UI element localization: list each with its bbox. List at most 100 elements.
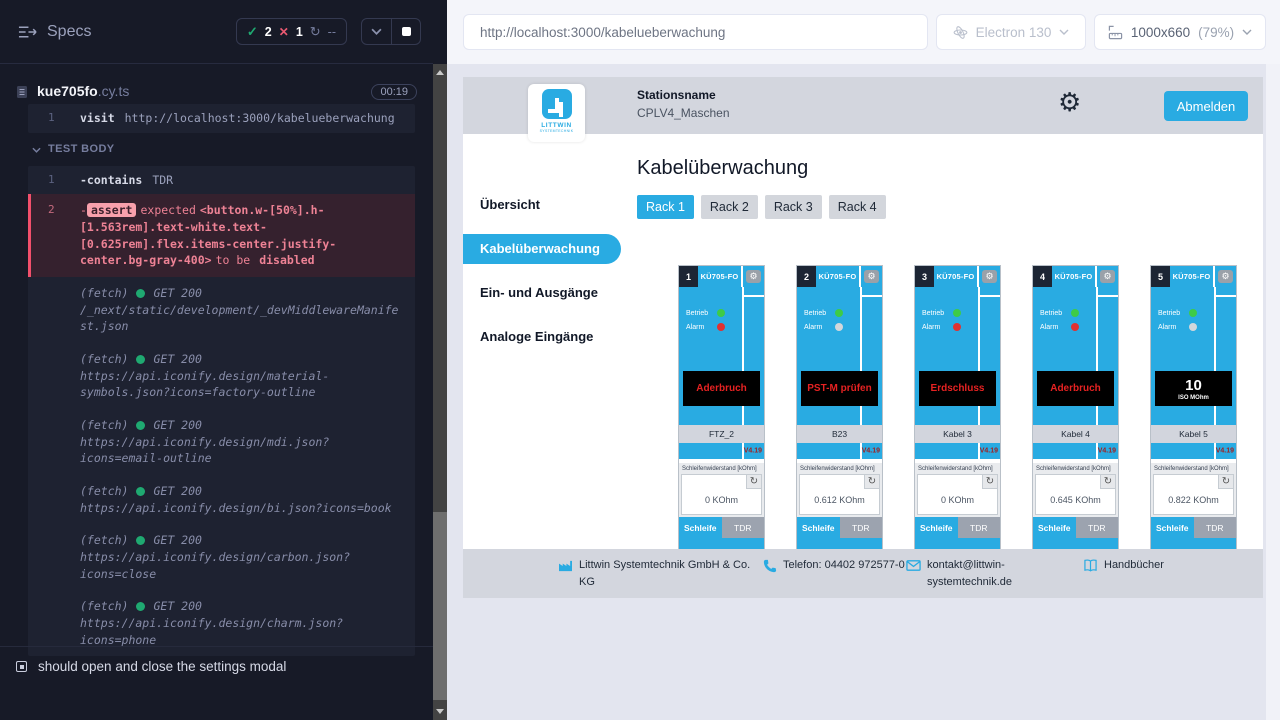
scrollbar-thumb[interactable] [433, 512, 447, 700]
fetch-label: (fetch) [80, 417, 128, 434]
card-title: KÜ705-FO [698, 266, 741, 287]
refresh-button[interactable]: ↻ [1100, 475, 1115, 489]
viewport-size: 1000x660 [1131, 25, 1190, 40]
card-number: 5 [1151, 266, 1170, 287]
cypress-runner-panel: Specs ✓ 2 ✕ 1 ↻ -- kue705fo.cy.ts 00:19 [0, 0, 433, 720]
rack-tab[interactable]: Rack 3 [765, 195, 822, 219]
settings-gear-icon[interactable]: ⚙ [1058, 89, 1081, 115]
status-display: Aderbruch [1037, 371, 1114, 406]
card-settings-button[interactable]: ⚙ [746, 270, 761, 283]
schleife-button[interactable]: Schleife [1151, 517, 1194, 538]
card-settings-button[interactable]: ⚙ [1218, 270, 1233, 283]
footer-manuals-link[interactable]: Handbücher [1083, 557, 1164, 574]
cable-name: Kabel 5 [1151, 425, 1236, 443]
tdr-button[interactable]: TDR [1076, 517, 1119, 538]
nav-item[interactable]: Analoge Eingänge [463, 322, 623, 352]
schleife-button[interactable]: Schleife [679, 517, 722, 538]
failed-assert-row[interactable]: 2-assertexpected<button.w-[50%].h-[1.563… [28, 194, 415, 277]
viewport-select[interactable]: 1000x660 (79%) [1094, 14, 1266, 50]
contains-command-row[interactable]: 1-containsTDR [28, 166, 415, 195]
betrieb-led [1071, 309, 1079, 317]
alarm-led [835, 323, 843, 331]
scroll-up-arrow[interactable] [433, 65, 447, 80]
logout-button[interactable]: Abmelden [1164, 91, 1248, 121]
scroll-down-arrow[interactable] [433, 704, 447, 719]
company-logo: LITTWIN SYSTEMTECHNIK [528, 84, 585, 142]
phone-icon [763, 559, 777, 573]
command-log: 1visithttp://localhost:3000/kabelueberwa… [28, 104, 415, 656]
loop-resistance-label: Schleifenwiderstand [kOhm] [918, 466, 998, 472]
nav-item[interactable]: Ein- und Ausgänge [463, 278, 623, 308]
xhr-log-entry[interactable]: (fetch) GET 200 https://api.iconify.desi… [28, 343, 415, 409]
fetch-label: (fetch) [80, 285, 128, 302]
tdr-button[interactable]: TDR [840, 517, 883, 538]
loop-resistance-label: Schleifenwiderstand [kOhm] [1154, 466, 1234, 472]
visit-command-row[interactable]: 1visithttp://localhost:3000/kabelueberwa… [28, 104, 415, 133]
stage-scroll-strip[interactable] [1266, 64, 1280, 720]
fetch-status: GET 200 [153, 351, 201, 368]
pending-icon: ↻ [310, 24, 321, 40]
betrieb-led [953, 309, 961, 317]
schleife-button[interactable]: Schleife [915, 517, 958, 538]
specs-menu-icon[interactable] [18, 25, 37, 39]
refresh-button[interactable]: ↻ [864, 475, 879, 489]
alarm-led [953, 323, 961, 331]
tdr-button[interactable]: TDR [958, 517, 1001, 538]
status-ok-dot [136, 487, 145, 496]
alarm-led [717, 323, 725, 331]
tdr-button[interactable]: TDR [1194, 517, 1237, 538]
loop-resistance-box: ↻ 0 KOhm [917, 474, 998, 515]
card-settings-button[interactable]: ⚙ [1100, 270, 1115, 283]
fetch-status: GET 200 [153, 417, 201, 434]
xhr-log-entry[interactable]: (fetch) GET 200 https://api.iconify.desi… [28, 524, 415, 590]
nav-item-label: Analoge Eingänge [480, 329, 593, 344]
cable-name: FTZ_2 [679, 425, 764, 443]
pending-test-row[interactable]: should open and close the settings modal [0, 646, 433, 686]
schleife-button[interactable]: Schleife [1033, 517, 1076, 538]
test-body-section-header[interactable]: TEST BODY [32, 142, 415, 158]
refresh-button[interactable]: ↻ [1218, 475, 1233, 489]
tdr-button[interactable]: TDR [722, 517, 765, 538]
xhr-log-entry[interactable]: (fetch) GET 200 /_next/static/developmen… [28, 277, 415, 343]
footer-phone: Telefon: 04402 972577-0 [763, 557, 911, 574]
card-settings-button[interactable]: ⚙ [982, 270, 997, 283]
gear-icon: ⚙ [1103, 271, 1111, 281]
rack-cards: 1 KÜ705-FO ⚙ Betrieb Alarm Aderbruch [678, 265, 1237, 551]
status-ok-dot [136, 289, 145, 298]
address-bar[interactable]: http://localhost:3000/kabelueberwachung [463, 14, 928, 50]
browser-select[interactable]: Electron 130 [936, 14, 1086, 50]
loop-resistance-value: 0.645 KOhm [1036, 495, 1115, 505]
nav-item[interactable]: Kabelüberwachung [463, 234, 621, 264]
refresh-icon: ↻ [1222, 476, 1230, 487]
firmware-version: V4.19 [862, 448, 880, 455]
refresh-button[interactable]: ↻ [982, 475, 997, 489]
fetch-status: GET 200 [153, 598, 201, 615]
passed-count: 2 [265, 25, 272, 39]
email-icon [906, 559, 921, 572]
xhr-log-entry[interactable]: (fetch) GET 200 https://api.iconify.desi… [28, 475, 415, 524]
loop-resistance-box: ↻ 0.645 KOhm [1035, 474, 1116, 515]
status-display: 10 ISO MOhm [1155, 371, 1232, 406]
xhr-log-entry[interactable]: (fetch) GET 200 https://api.iconify.desi… [28, 409, 415, 475]
rack-tab[interactable]: Rack 1 [637, 195, 694, 219]
xhr-log-list: (fetch) GET 200 /_next/static/developmen… [28, 277, 415, 656]
factory-icon [558, 559, 573, 572]
rack-tabs: Rack 1 Rack 2 Rack 3 Rack 4 [637, 195, 886, 219]
browser-bar: http://localhost:3000/kabelueberwachung … [447, 0, 1280, 64]
scrollbar-track[interactable] [433, 64, 447, 720]
collapse-runner-button[interactable] [362, 19, 391, 44]
card-settings-button[interactable]: ⚙ [864, 270, 879, 283]
stop-button[interactable] [391, 19, 420, 44]
schleife-button[interactable]: Schleife [797, 517, 840, 538]
status-display: Erdschluss [919, 371, 996, 406]
refresh-button[interactable]: ↻ [746, 475, 761, 489]
rack-tab[interactable]: Rack 4 [829, 195, 886, 219]
fetch-status: GET 200 [153, 285, 201, 302]
chevron-down-icon [1242, 29, 1252, 35]
monitoring-card: 4 KÜ705-FO ⚙ Betrieb Alarm Aderbruch [1032, 265, 1119, 551]
rack-tab[interactable]: Rack 2 [701, 195, 758, 219]
failed-icon: ✕ [279, 25, 289, 39]
nav-item[interactable]: Übersicht [463, 190, 623, 220]
firmware-version: V4.19 [980, 448, 998, 455]
card-number: 2 [797, 266, 816, 287]
